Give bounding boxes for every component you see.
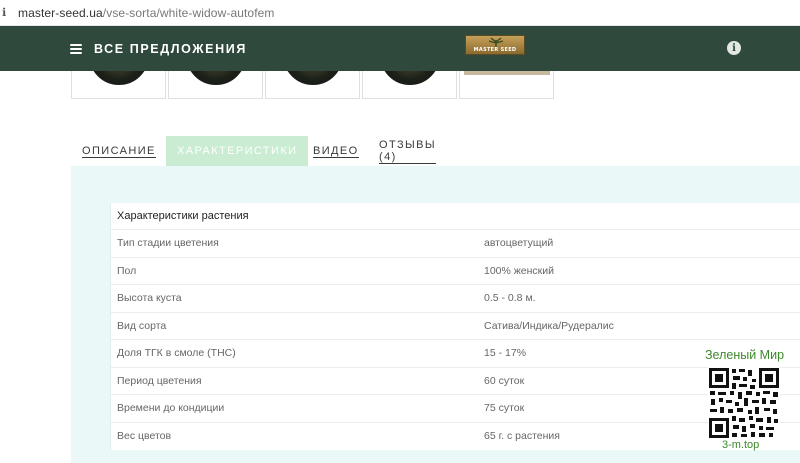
all-offers-menu-button[interactable]: ВСЕ ПРЕДЛОЖЕНИЯ xyxy=(70,26,247,71)
table-row: Вес цветов 65 г. с растения xyxy=(111,423,800,451)
table-row: Вид сорта Сатива/Индика/Рудералис xyxy=(111,313,800,340)
table-row: Доля ТГК в смоле (THC) 15 - 17% xyxy=(111,340,800,368)
table-row: Времени до кондиции 75 суток xyxy=(111,395,800,423)
thumbnail-4[interactable] xyxy=(362,71,457,99)
url-text[interactable]: master-seed.ua/vse-sorta/white-widow-aut… xyxy=(18,6,275,20)
row-name: Вид сорта xyxy=(117,319,167,332)
tab-video[interactable]: ВИДЕО xyxy=(313,136,359,166)
seed-pack-image xyxy=(186,71,246,85)
row-value: 100% женский xyxy=(484,264,555,277)
row-value: 60 суток xyxy=(484,374,525,387)
table-title: Характеристики растения xyxy=(117,210,249,222)
row-value: 15 - 17% xyxy=(484,347,527,360)
top-navigation: ВСЕ ПРЕДЛОЖЕНИЯ MASTER SEED i xyxy=(0,26,800,71)
row-value: 75 суток xyxy=(484,402,525,415)
thumbnail-1[interactable] xyxy=(71,71,166,99)
logo-text: MASTER SEED xyxy=(473,47,517,53)
row-value: Сатива/Индика/Рудералис xyxy=(484,319,614,332)
menu-label: ВСЕ ПРЕДЛОЖЕНИЯ xyxy=(94,41,247,56)
seed-pack-image xyxy=(89,71,149,85)
tab-label: ВИДЕО xyxy=(313,144,359,158)
row-name: Пол xyxy=(117,264,137,277)
hamburger-icon xyxy=(70,43,82,54)
row-value: 0.5 - 0.8 м. xyxy=(484,292,536,305)
info-icon[interactable]: i xyxy=(727,41,741,55)
table-header: Характеристики растения xyxy=(111,203,800,230)
row-name: Тип стадии цветения xyxy=(117,237,219,250)
thumbnail-3[interactable] xyxy=(265,71,360,99)
cannabis-leaf-icon xyxy=(488,37,504,47)
tab-label: ОПИСАНИЕ xyxy=(82,144,156,158)
address-bar[interactable]: ℹ master-seed.ua/vse-sorta/white-widow-a… xyxy=(0,0,800,26)
row-name: Доля ТГК в смоле (THC) xyxy=(117,347,236,360)
site-info-icon[interactable]: ℹ xyxy=(2,6,14,19)
tab-characteristics[interactable]: ХАРАКТЕРИСТИКИ xyxy=(166,136,309,166)
row-name: Период цветения xyxy=(117,374,202,387)
tab-reviews[interactable]: ОТЗЫВЫ (4) xyxy=(379,136,437,166)
plant-photo-image xyxy=(464,71,550,75)
watermark-title: Зеленый Мир xyxy=(705,348,785,362)
tab-label: ХАРАКТЕРИСТИКИ xyxy=(177,145,298,157)
url-path: /vse-sorta/white-widow-autofem xyxy=(102,5,275,20)
table-row: Высота куста 0.5 - 0.8 м. xyxy=(111,285,800,313)
characteristics-table: Характеристики растения Тип стадии цвете… xyxy=(110,203,800,450)
row-value: автоцветущий xyxy=(484,237,554,250)
thumbnail-5[interactable] xyxy=(459,71,554,99)
table-row: Тип стадии цветения автоцветущий xyxy=(111,230,800,258)
row-value: 65 г. с растения xyxy=(484,430,560,443)
table-row: Пол 100% женский xyxy=(111,258,800,285)
seed-pack-image xyxy=(283,71,343,85)
watermark-site: 3-m.top xyxy=(722,439,760,451)
table-row: Период цветения 60 суток xyxy=(111,368,800,395)
row-name: Вес цветов xyxy=(117,430,172,443)
watermark: Зеленый Мир 3-m.top xyxy=(700,348,790,456)
qr-code-icon xyxy=(708,367,780,439)
thumbnail-2[interactable] xyxy=(168,71,263,99)
master-seed-logo[interactable]: MASTER SEED xyxy=(465,35,525,55)
url-domain: master-seed.ua xyxy=(18,5,103,20)
tab-description[interactable]: ОПИСАНИЕ xyxy=(82,136,156,166)
product-thumbnails xyxy=(71,71,556,99)
row-name: Высота куста xyxy=(117,292,182,305)
row-name: Времени до кондиции xyxy=(117,402,225,415)
seed-pack-image xyxy=(380,71,440,85)
tab-label: ОТЗЫВЫ (4) xyxy=(379,138,437,164)
